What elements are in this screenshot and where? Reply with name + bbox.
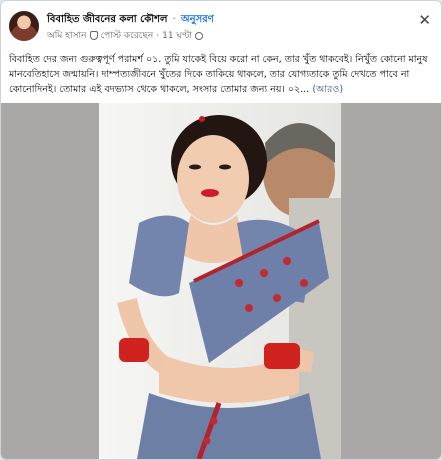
post-time[interactable]: 11 ঘণ্টা bbox=[162, 28, 192, 43]
post-photo-area[interactable] bbox=[1, 103, 441, 459]
post-body-text: বিবাহিত দের জন্য গুরুত্বপূর্ণ পরামর্শ ০১… bbox=[9, 54, 428, 95]
author-link[interactable]: অমি হাসান bbox=[47, 28, 87, 43]
follow-button[interactable]: অনুসরণ bbox=[181, 14, 214, 25]
post-title-row: বিবাহিত জীবনের কলা কৌশল · অনুসরণ bbox=[47, 12, 214, 29]
photo-illustration bbox=[99, 103, 341, 459]
post-header: বিবাহিত জীবনের কলা কৌশল · অনুসরণ অমি হাস… bbox=[9, 11, 433, 47]
meta-separator: · bbox=[156, 30, 160, 41]
post-meta-row: অমি হাসান পোস্ট করেছেন · 11 ঘণ্টা bbox=[47, 28, 204, 43]
globe-icon bbox=[195, 31, 204, 40]
post-card: বিবাহিত জীবনের কলা কৌশল · অনুসরণ অমি হাস… bbox=[0, 0, 442, 460]
post-photo[interactable] bbox=[99, 103, 341, 459]
close-icon[interactable]: ✕ bbox=[418, 13, 431, 28]
post-text: বিবাহিত দের জন্য গুরুত্বপূর্ণ পরামর্শ ০১… bbox=[9, 52, 435, 97]
group-avatar[interactable] bbox=[9, 11, 39, 41]
group-name-link[interactable]: বিবাহিত জীবনের কলা কৌশল bbox=[47, 14, 167, 25]
title-separator: · bbox=[172, 14, 176, 25]
see-more-link[interactable]: (আরও) bbox=[312, 84, 343, 95]
shield-icon bbox=[89, 31, 98, 40]
posted-label: পোস্ট করেছেন bbox=[100, 31, 154, 41]
